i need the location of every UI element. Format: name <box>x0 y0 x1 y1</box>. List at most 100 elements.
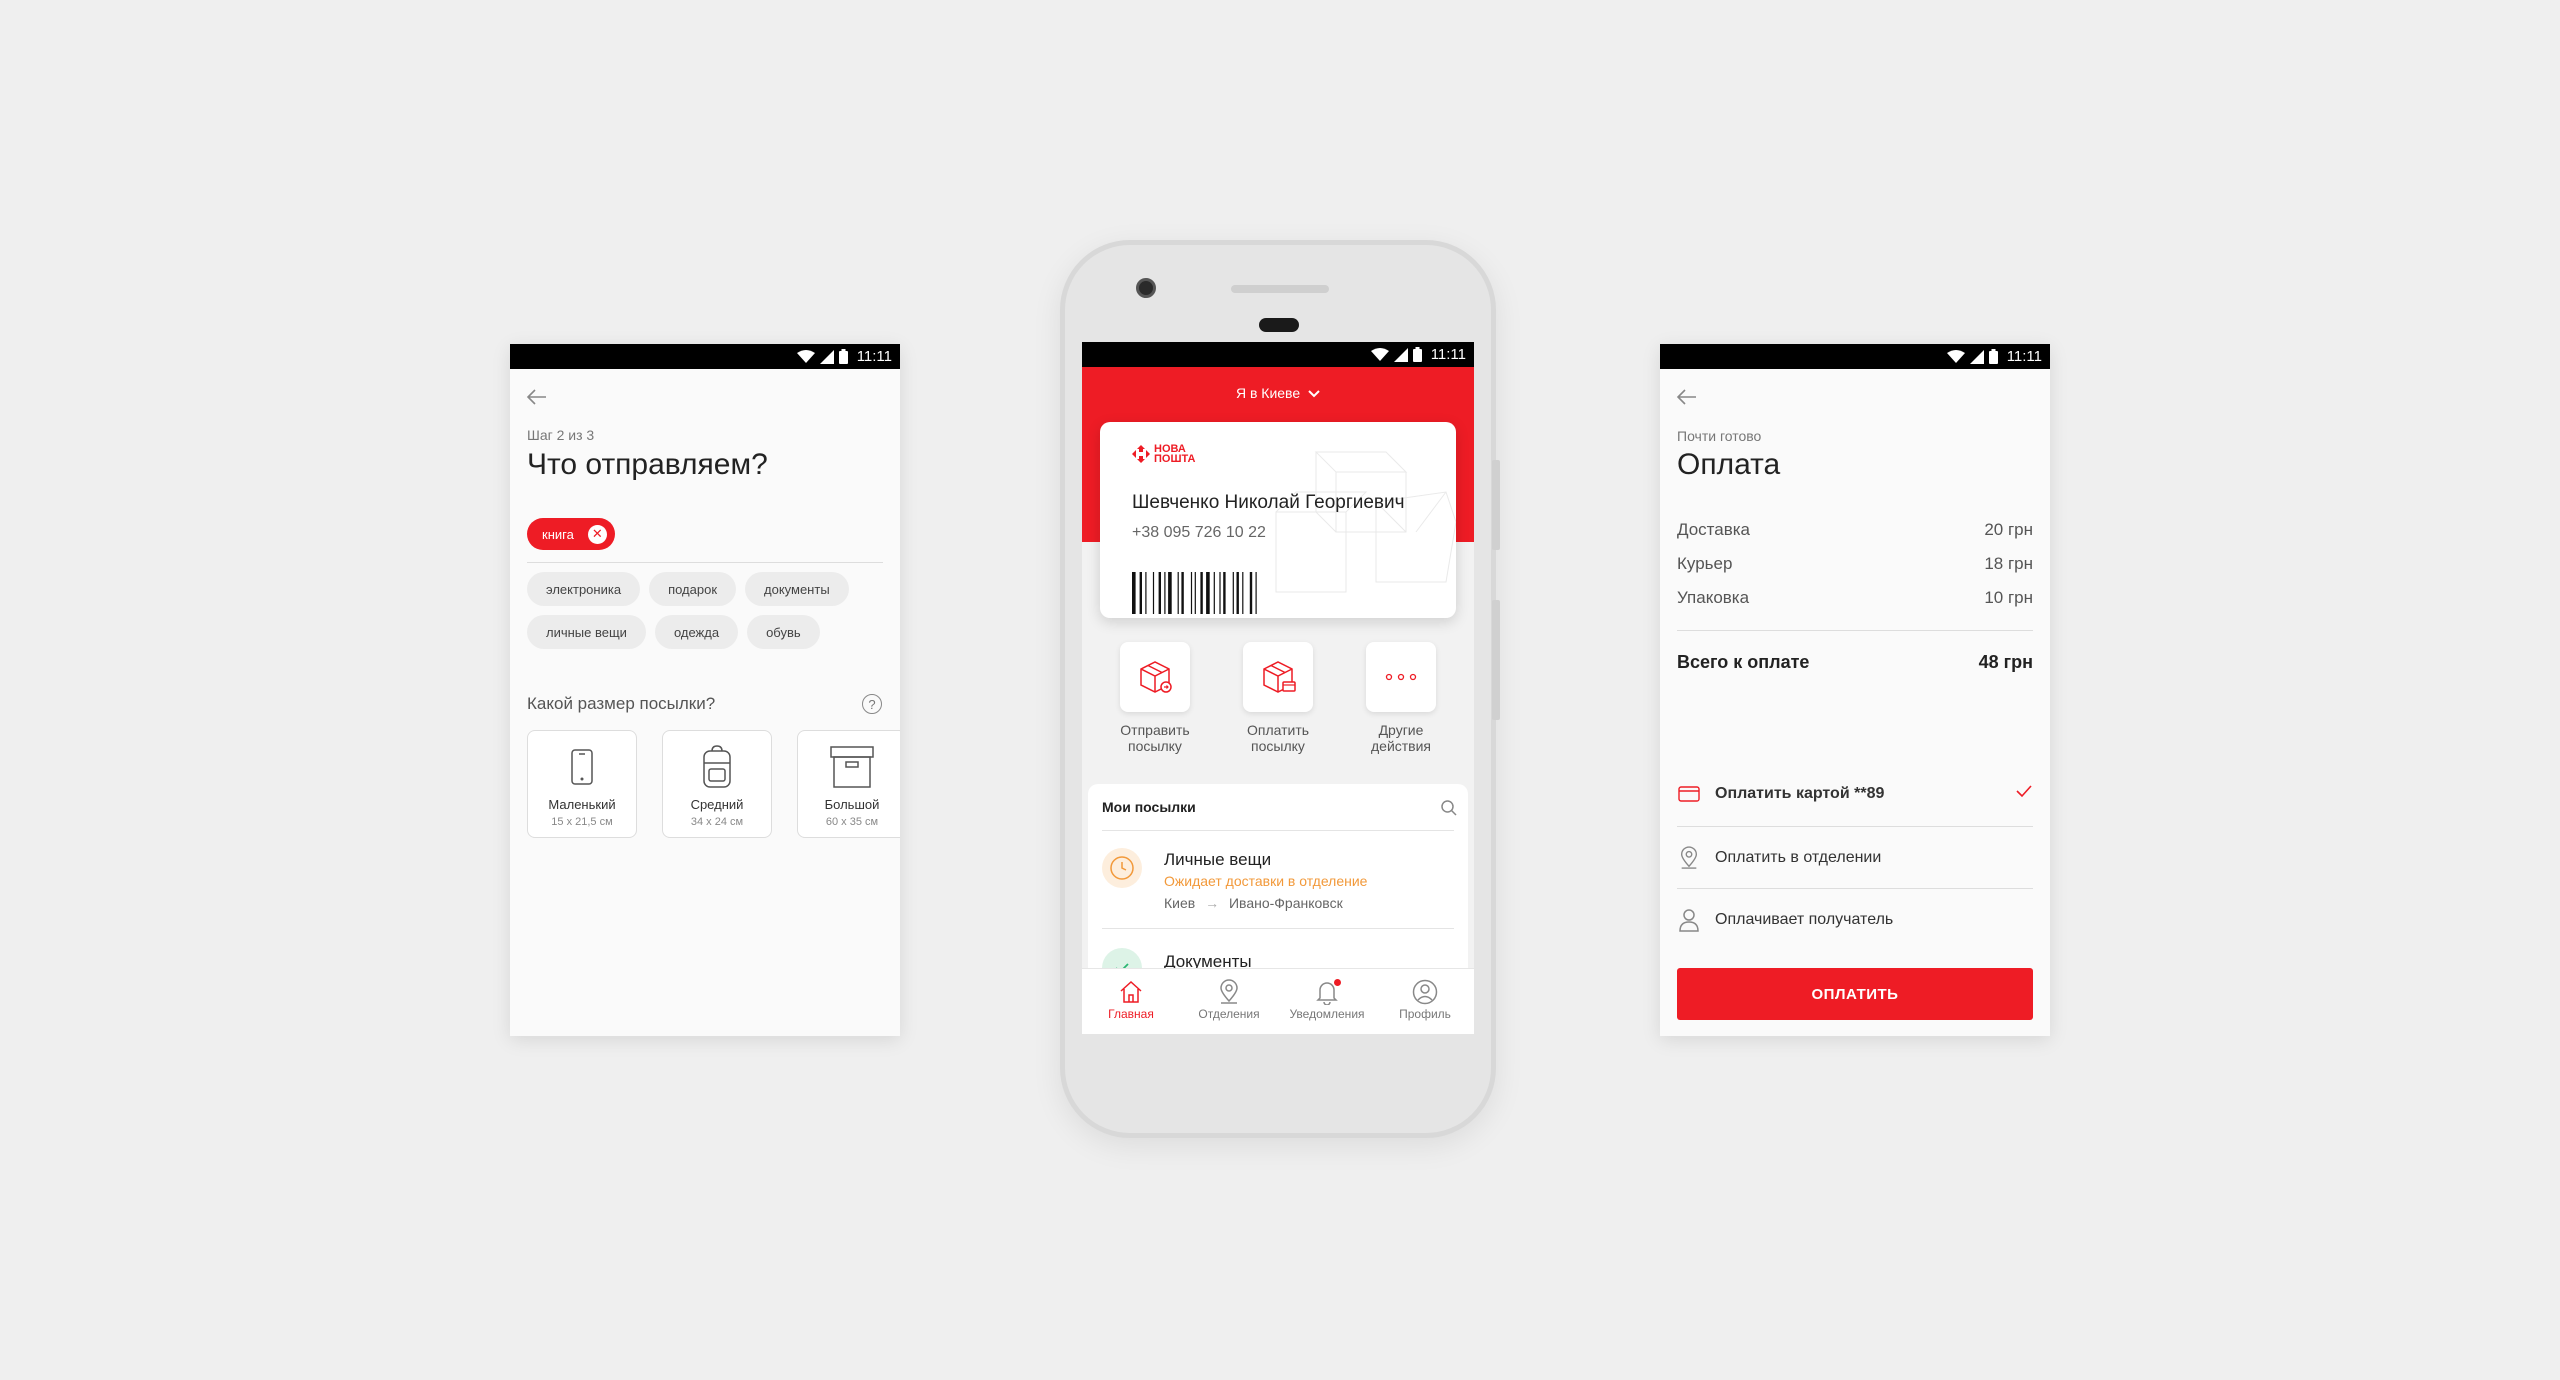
divider <box>1677 826 2033 827</box>
total-label: Всего к оплате <box>1677 652 1810 672</box>
tab-branches[interactable]: Отделения <box>1180 969 1278 1034</box>
tab-profile[interactable]: Профиль <box>1376 969 1474 1034</box>
wifi-icon <box>1370 347 1389 362</box>
pay-parcel-action[interactable]: Оплатить посылку <box>1223 642 1333 754</box>
page-title: Оплата <box>1677 448 1781 481</box>
status-bar: 11:11 <box>1082 342 1474 367</box>
page-title: Что отправляем? <box>527 448 768 481</box>
tag-chip[interactable]: обувь <box>747 615 820 649</box>
battery-icon <box>1412 347 1422 362</box>
tag-chip[interactable]: одежда <box>654 615 739 649</box>
action-label-line: посылку <box>1251 738 1305 754</box>
sensor <box>1259 318 1299 332</box>
tab-label: Профиль <box>1399 1007 1451 1021</box>
tag-suggestions: электроника подарок документы личные вещ… <box>527 572 887 649</box>
back-arrow-icon[interactable] <box>1676 388 1698 406</box>
action-label-line: посылку <box>1128 738 1182 754</box>
cost-row: Курьер 18 грн <box>1677 554 2033 574</box>
parcel-name: Личные вещи <box>1164 850 1272 869</box>
status-bar: 11:11 <box>510 344 900 369</box>
phone-icon <box>571 743 593 791</box>
barcode <box>1132 572 1257 614</box>
divider <box>1677 888 2033 889</box>
more-dots-icon <box>1366 642 1436 712</box>
wifi-icon <box>1946 349 1965 364</box>
divider <box>1677 630 2033 631</box>
page-subtitle: Почти готово <box>1677 428 1762 444</box>
city-selector[interactable]: Я в Киеве <box>1082 385 1474 401</box>
tag-chip[interactable]: документы <box>745 572 849 606</box>
location-pin-icon <box>1217 977 1241 1007</box>
box-icon <box>830 743 874 791</box>
recipient-pays-option[interactable]: Оплачивает получатель <box>1677 908 2033 932</box>
what-to-send-screen: 11:11 Шаг 2 из 3 Что отправляем? книга ✕… <box>510 344 900 1036</box>
size-small-card[interactable]: Маленький 15 x 21,5 см <box>527 730 637 838</box>
camera <box>1136 278 1156 298</box>
pay-parcel-icon <box>1243 642 1313 712</box>
divider <box>1102 928 1454 929</box>
cost-row: Упаковка 10 грн <box>1677 588 2033 608</box>
back-arrow-icon[interactable] <box>526 388 548 406</box>
chevron-down-icon <box>1304 385 1320 401</box>
status-time: 11:11 <box>1430 346 1466 363</box>
selected-tag-chip[interactable]: книга ✕ <box>527 518 615 550</box>
help-icon[interactable]: ? <box>862 694 882 714</box>
tab-notifications[interactable]: Уведомления <box>1278 969 1376 1034</box>
bottom-tab-bar: Главная Отделения Уведомления Профиль <box>1082 968 1474 1034</box>
loyalty-card[interactable]: НОВА ПОШТА Шевченко Николай Георгиевич +3… <box>1100 422 1456 618</box>
location-pin-icon <box>1677 846 1701 870</box>
send-parcel-action[interactable]: Отправить посылку <box>1100 642 1210 754</box>
signal-icon <box>1393 347 1408 362</box>
checkmark-icon <box>2015 784 2033 803</box>
home-screen: 11:11 Я в Киеве НОВА ПОШТА Шевченко Никол… <box>1082 342 1474 1034</box>
parcels-title: Мои посылки <box>1102 799 1196 815</box>
size-dimensions: 34 x 24 см <box>690 816 744 828</box>
other-actions[interactable]: Другие действия <box>1346 642 1456 754</box>
size-question: Какой размер посылки? <box>527 694 716 713</box>
route-from: Киев <box>1164 895 1196 911</box>
route-to: Ивано-Франковск <box>1228 895 1343 911</box>
tag-chip[interactable]: подарок <box>649 572 737 606</box>
action-label-line: действия <box>1370 738 1432 754</box>
remove-tag-icon[interactable]: ✕ <box>587 524 607 544</box>
size-large-card[interactable]: Большой 60 x 35 см <box>797 730 900 838</box>
wifi-icon <box>796 349 815 364</box>
option-label: Оплатить картой **89 <box>1715 784 1885 802</box>
size-medium-card[interactable]: Средний 34 x 24 см <box>662 730 772 838</box>
person-icon <box>1677 908 1701 932</box>
backpack-icon <box>702 743 732 791</box>
step-indicator: Шаг 2 из 3 <box>527 427 595 443</box>
pay-button[interactable]: ОПЛАТИТЬ <box>1677 968 2033 1020</box>
cost-value: 18 грн <box>1984 554 2033 573</box>
notification-dot <box>1334 979 1341 986</box>
cost-label: Упаковка <box>1677 588 1750 607</box>
battery-icon <box>1988 349 1998 364</box>
search-icon[interactable] <box>1440 799 1458 822</box>
option-label: Оплатить в отделении <box>1715 849 1882 866</box>
status-time: 11:11 <box>2006 348 2042 365</box>
parcel-status: Ожидает доставки в отделение <box>1164 873 1368 889</box>
pay-by-card-option[interactable]: Оплатить картой **89 <box>1677 784 2033 803</box>
action-label-line: Оплатить <box>1246 722 1310 738</box>
bell-icon <box>1315 977 1341 1007</box>
size-name: Маленький <box>548 797 616 812</box>
action-label-line: Отправить <box>1120 722 1190 738</box>
city-label: Я в Киеве <box>1235 385 1301 401</box>
tag-chip[interactable]: электроника <box>527 572 641 606</box>
speaker <box>1231 285 1329 293</box>
size-name: Средний <box>690 797 744 812</box>
option-label: Оплачивает получатель <box>1715 911 1894 928</box>
size-options: Маленький 15 x 21,5 см Средний 34 x 24 с… <box>527 730 900 838</box>
tag-chip[interactable]: личные вещи <box>527 615 646 649</box>
size-dimensions: 60 x 35 см <box>825 816 879 828</box>
signal-icon <box>819 349 834 364</box>
side-button <box>1492 460 1500 550</box>
total-value: 48 грн <box>1978 652 2033 672</box>
tab-home[interactable]: Главная <box>1082 969 1180 1034</box>
tab-label: Отделения <box>1198 1007 1260 1021</box>
divider <box>527 562 883 563</box>
pay-at-branch-option[interactable]: Оплатить в отделении <box>1677 846 2033 870</box>
send-parcel-icon <box>1120 642 1190 712</box>
profile-icon <box>1412 977 1438 1007</box>
card-holder-name: Шевченко Николай Георгиевич <box>1132 492 1405 513</box>
